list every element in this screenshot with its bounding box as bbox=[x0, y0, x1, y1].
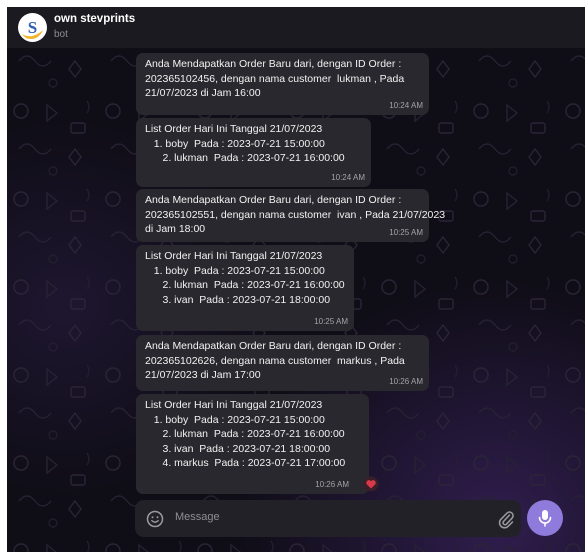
stevprints-logo-icon: S bbox=[18, 13, 47, 42]
message-bubble[interactable]: List Order Hari Ini Tanggal 21/07/2023 1… bbox=[136, 118, 371, 187]
message-input[interactable]: Message bbox=[175, 511, 220, 523]
message-line: 2. lukman Pada : 2023-07-21 16:00:00 bbox=[145, 152, 345, 164]
chat-header[interactable]: S own stevprints bot bbox=[7, 7, 585, 49]
message-bubble[interactable]: List Order Hari Ini Tanggal 21/07/2023 1… bbox=[136, 394, 379, 494]
message-bubble[interactable]: Anda Mendapatkan Order Baru dari, dengan… bbox=[136, 189, 446, 242]
message-line: Anda Mendapatkan Order Baru dari, dengan… bbox=[145, 194, 402, 206]
message-line: 21/07/2023 di Jam 17:00 bbox=[145, 369, 261, 381]
message-line: di Jam 18:00 bbox=[145, 223, 206, 235]
message-line: Anda Mendapatkan Order Baru dari, dengan… bbox=[145, 58, 402, 70]
microphone-icon bbox=[538, 510, 552, 527]
bot-avatar[interactable]: S bbox=[18, 13, 47, 42]
message-time: 10:25 AM bbox=[314, 317, 348, 326]
message-time: 10:26 AM bbox=[389, 377, 423, 386]
message-line: 3. ivan Pada : 2023-07-21 18:00:00 bbox=[145, 293, 331, 306]
message-line: 2. lukman Pada : 2023-07-21 16:00:00 bbox=[145, 279, 345, 291]
paperclip-icon[interactable] bbox=[497, 509, 515, 529]
message-line: List Order Hari Ini Tanggal 21/07/2023 bbox=[145, 250, 323, 262]
svg-text:S: S bbox=[28, 18, 37, 37]
heart-reaction-icon[interactable] bbox=[363, 476, 379, 497]
message-time: 10:24 AM bbox=[331, 173, 365, 182]
message-line: 202365102626, dengan nama customer marku… bbox=[145, 354, 405, 367]
message-line: 1. boby Pada : 2023-07-21 15:00:00 bbox=[145, 413, 325, 426]
message-bubble[interactable]: List Order Hari Ini Tanggal 21/07/2023 1… bbox=[136, 245, 354, 331]
smiley-icon[interactable] bbox=[146, 510, 164, 528]
message-line: 1. boby Pada : 2023-07-21 15:00:00 bbox=[145, 137, 325, 150]
message-line: 2. lukman Pada : 2023-07-21 16:00:00 bbox=[145, 428, 345, 440]
message-composer[interactable]: Message bbox=[135, 500, 521, 537]
message-line: 4. markus Pada : 2023-07-21 17:00:00 bbox=[145, 457, 346, 469]
message-line: List Order Hari Ini Tanggal 21/07/2023 bbox=[145, 123, 323, 135]
message-line: 3. ivan Pada : 2023-07-21 18:00:00 bbox=[145, 442, 331, 455]
message-line: 1. boby Pada : 2023-07-21 15:00:00 bbox=[145, 264, 325, 277]
message-line: 202365102456, dengan nama customer lukma… bbox=[145, 72, 405, 85]
message-time: 10:26 AM bbox=[315, 480, 349, 489]
message-line: 21/07/2023 di Jam 16:00 bbox=[145, 87, 261, 99]
message-bubble[interactable]: Anda Mendapatkan Order Baru dari, dengan… bbox=[136, 335, 429, 391]
message-line: Anda Mendapatkan Order Baru dari, dengan… bbox=[145, 340, 402, 352]
voice-record-button[interactable] bbox=[527, 500, 563, 536]
message-line: 202365102551, dengan nama customer ivan … bbox=[145, 208, 446, 221]
chat-subtitle: bot bbox=[54, 29, 68, 40]
telegram-chat-window: S own stevprints bot Anda Mendapatkan Or… bbox=[7, 7, 585, 552]
message-time: 10:24 AM bbox=[389, 101, 423, 110]
message-bubble[interactable]: Anda Mendapatkan Order Baru dari, dengan… bbox=[136, 53, 429, 115]
message-line: List Order Hari Ini Tanggal 21/07/2023 bbox=[145, 399, 323, 411]
chat-title[interactable]: own stevprints bbox=[54, 13, 135, 25]
message-time: 10:25 AM bbox=[389, 228, 423, 237]
